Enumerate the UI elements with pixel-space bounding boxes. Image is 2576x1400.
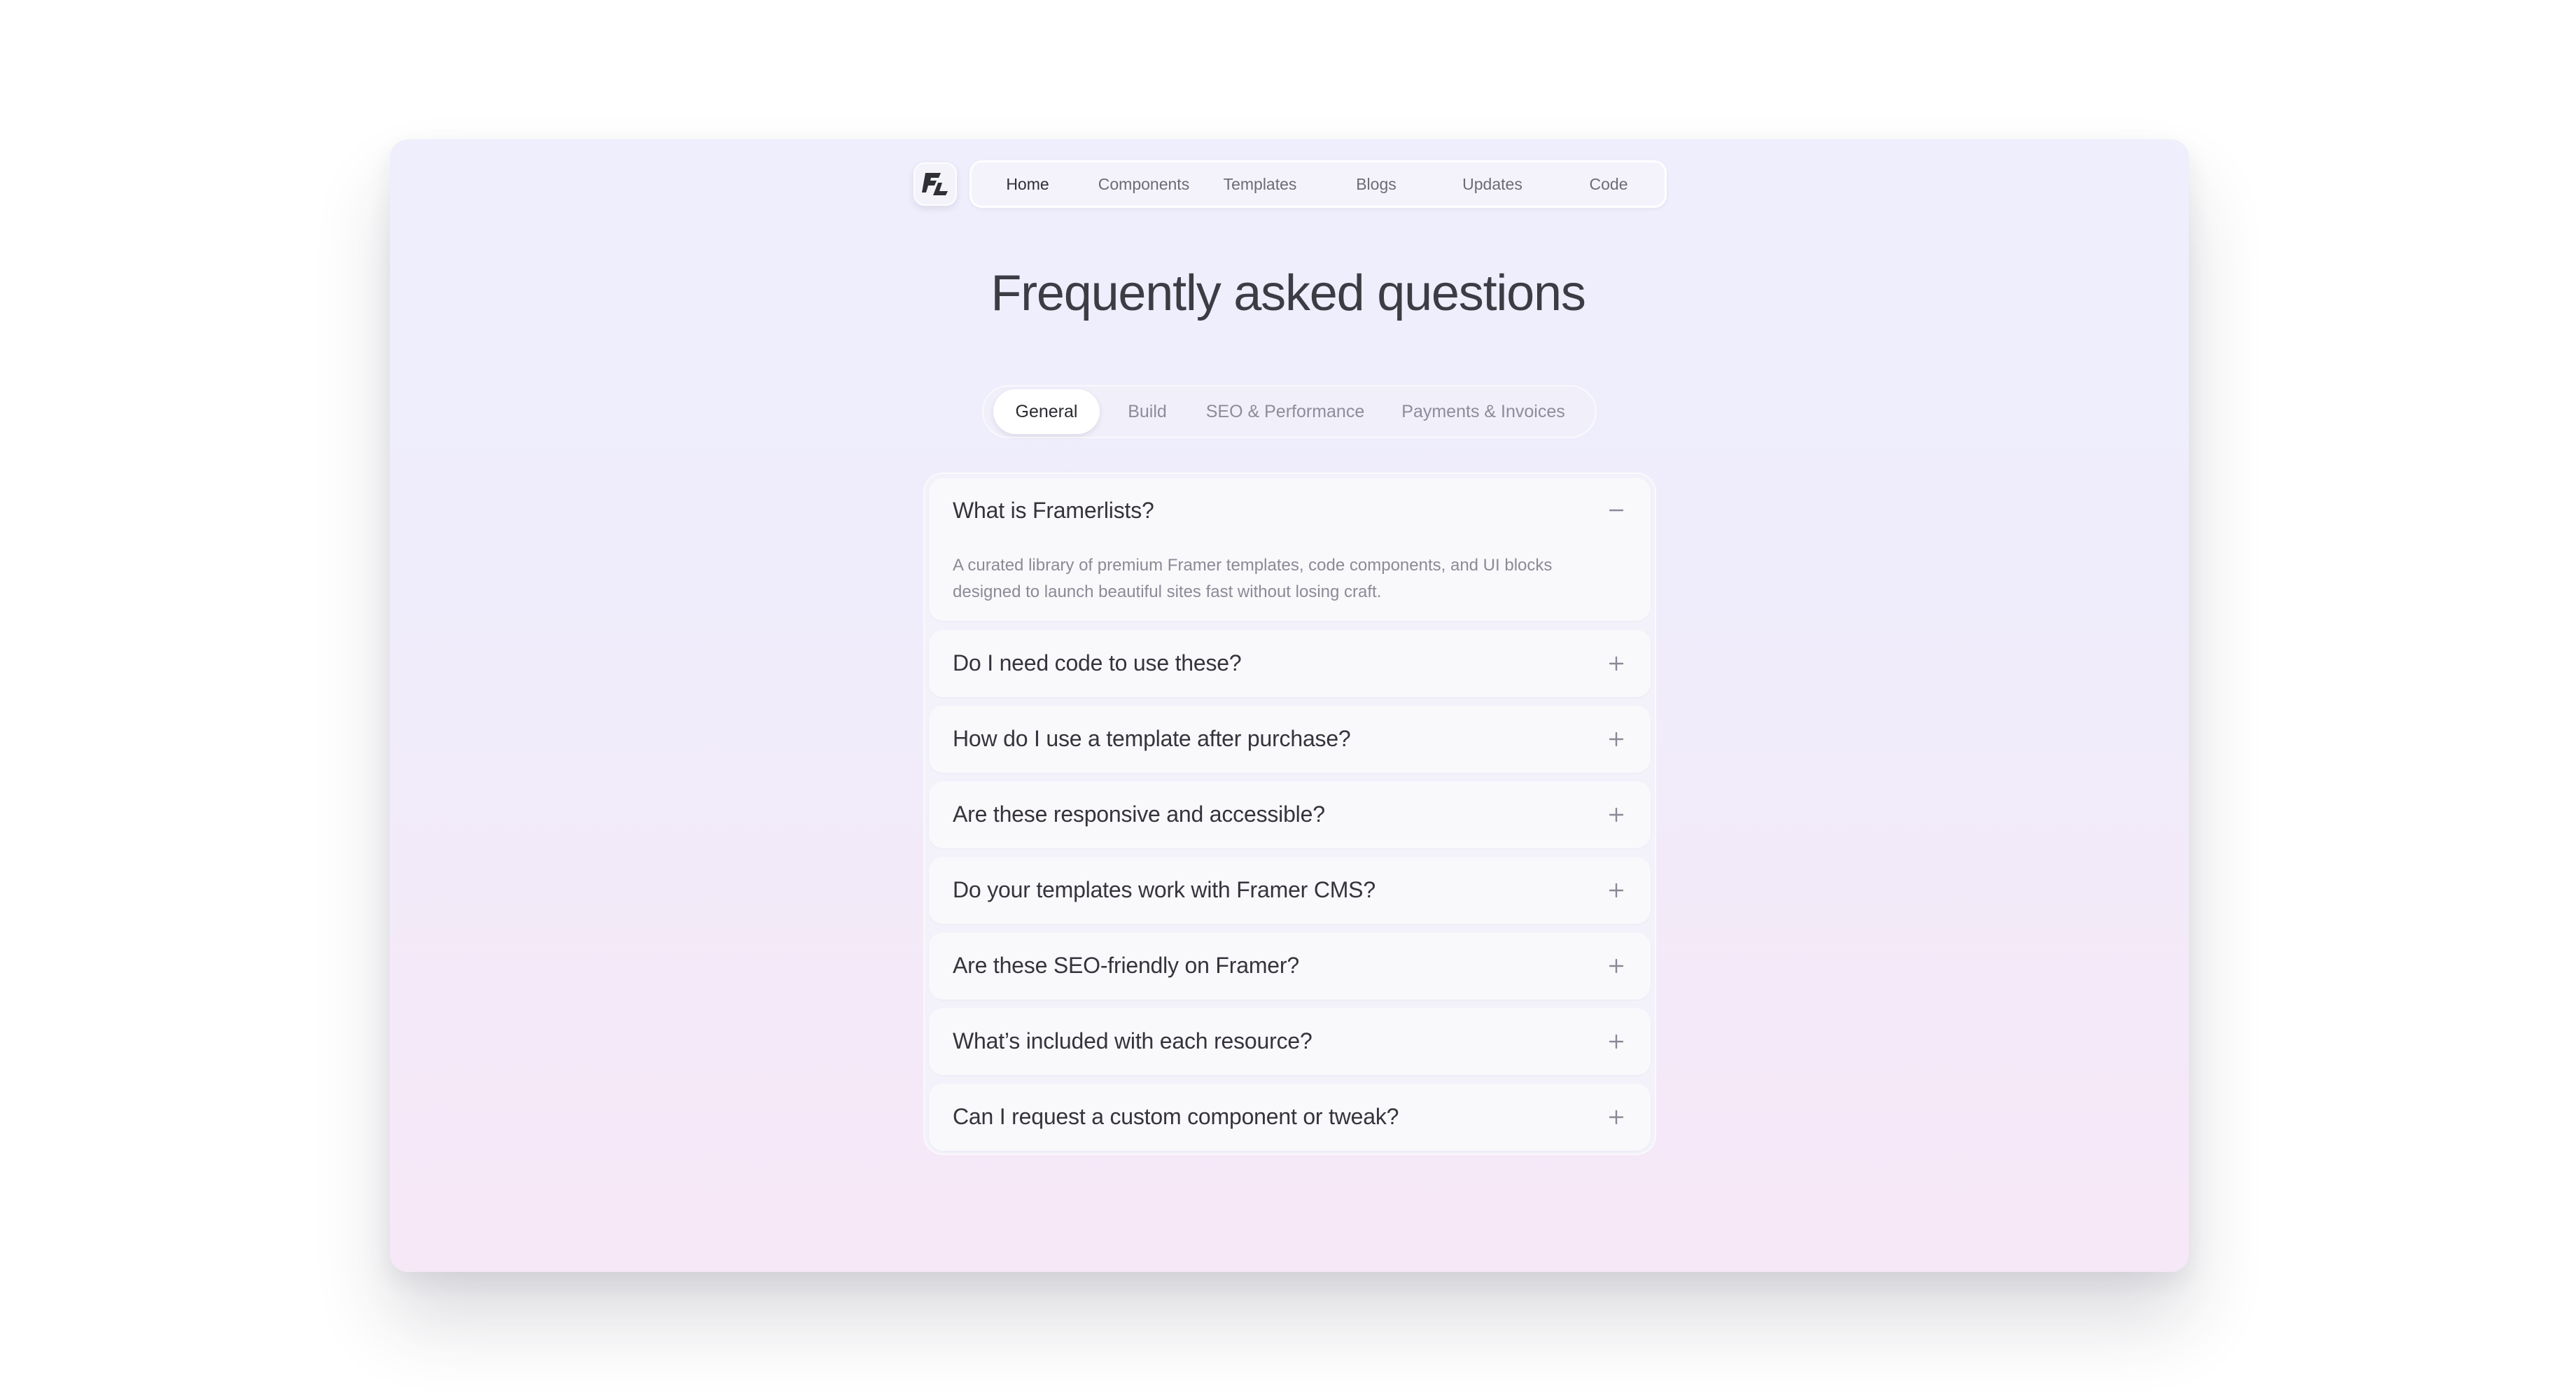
nav-item-home[interactable]: Home (969, 160, 1086, 208)
faq-question: Do your templates work with Framer CMS? (953, 877, 1376, 902)
plus-icon[interactable] (1606, 1107, 1627, 1128)
nav-item-updates[interactable]: Updates (1434, 160, 1550, 208)
nav-item-code[interactable]: Code (1550, 160, 1667, 208)
plus-icon[interactable] (1606, 804, 1627, 825)
faq-item-use-template[interactable]: How do I use a template after purchase? (929, 706, 1651, 773)
faq-question: What is Framerlists? (953, 498, 1154, 523)
faq-question: Are these SEO-friendly on Framer? (953, 953, 1299, 978)
tab-payments-invoices[interactable]: Payments & Invoices (1380, 389, 1587, 434)
faq-item-framer-cms[interactable]: Do your templates work with Framer CMS? (929, 857, 1651, 924)
plus-icon[interactable] (1606, 729, 1627, 750)
faq-item-seo-friendly[interactable]: Are these SEO-friendly on Framer? (929, 932, 1651, 1000)
faq-answer: A curated library of premium Framer temp… (953, 556, 1553, 601)
faq-question: What’s included with each resource? (953, 1028, 1312, 1054)
faq-item-custom-request[interactable]: Can I request a custom component or twea… (929, 1084, 1651, 1151)
plus-icon[interactable] (1606, 880, 1627, 901)
tab-seo-performance[interactable]: SEO & Performance (1194, 389, 1377, 434)
page-title: Frequently asked questions (990, 265, 1586, 321)
faq-item-whats-included[interactable]: What’s included with each resource? (929, 1008, 1651, 1075)
nav-item-templates[interactable]: Templates (1202, 160, 1318, 208)
framerlists-logo-icon[interactable] (913, 162, 957, 206)
plus-icon[interactable] (1606, 955, 1627, 976)
faq-category-tabs: General Build SEO & Performance Payments… (982, 385, 1597, 438)
nav-item-components[interactable]: Components (1086, 160, 1202, 208)
minus-icon[interactable] (1606, 500, 1627, 521)
main-nav: Home Components Templates Blogs Updates … (969, 160, 1667, 208)
faq-question: Do I need code to use these? (953, 650, 1242, 676)
faq-item-what-is-framerlists[interactable]: What is Framerlists? A curated library o… (929, 478, 1651, 621)
plus-icon[interactable] (1606, 653, 1627, 674)
faq-question: Are these responsive and accessible? (953, 802, 1325, 827)
faq-question: Can I request a custom component or twea… (953, 1104, 1399, 1129)
tab-general[interactable]: General (993, 389, 1100, 434)
faq-item-need-code[interactable]: Do I need code to use these? (929, 630, 1651, 697)
faq-item-responsive[interactable]: Are these responsive and accessible? (929, 781, 1651, 848)
tab-build[interactable]: Build (1105, 389, 1189, 434)
faq-question: How do I use a template after purchase? (953, 726, 1351, 751)
nav-item-blogs[interactable]: Blogs (1318, 160, 1434, 208)
plus-icon[interactable] (1606, 1031, 1627, 1052)
